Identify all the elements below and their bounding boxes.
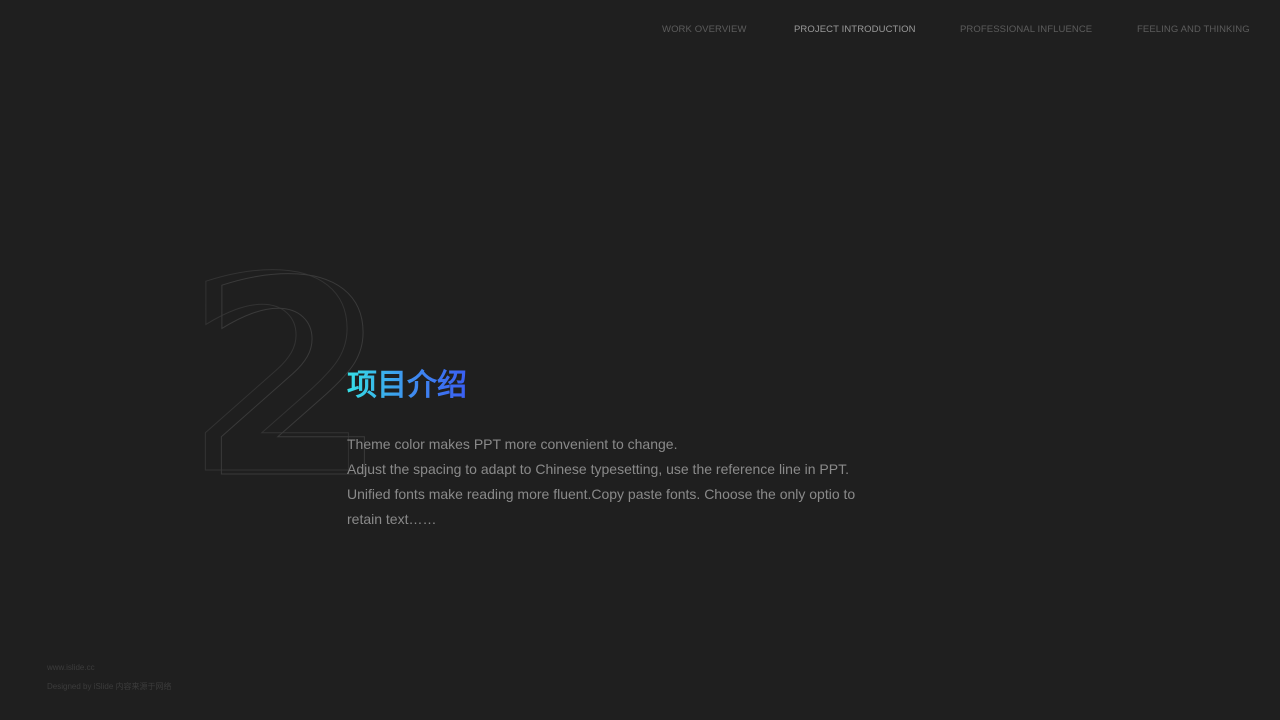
section-number: 2 xyxy=(200,230,370,490)
body-line: Unified fonts make reading more fluent.C… xyxy=(347,486,856,502)
nav-item-professional-influence[interactable]: PROFESSIONAL INFLUENCE xyxy=(960,24,1092,35)
footer-credit: Designed by iSlide 内容来源于网络 xyxy=(47,682,172,691)
body-line: Adjust the spacing to adapt to Chinese t… xyxy=(347,461,849,477)
section-number-outline: 2 2 xyxy=(184,230,371,490)
section-title: 项目介绍 xyxy=(347,366,467,406)
nav-item-work-overview[interactable]: WORK OVERVIEW xyxy=(662,24,747,35)
body-line: retain text…… xyxy=(347,511,437,527)
body-line: Theme color makes PPT more convenient to… xyxy=(347,436,678,452)
nav-item-project-introduction[interactable]: PROJECT INTRODUCTION xyxy=(794,24,916,35)
slide: WORK OVERVIEW PROJECT INTRODUCTION PROFE… xyxy=(0,0,1280,720)
nav-item-feeling-and-thinking[interactable]: FEELING AND THINKING xyxy=(1137,24,1250,35)
top-navigation: WORK OVERVIEW PROJECT INTRODUCTION PROFE… xyxy=(0,24,1280,38)
section-body: Theme color makes PPT more convenient to… xyxy=(347,432,882,532)
footer-url: www.islide.cc xyxy=(47,663,95,672)
